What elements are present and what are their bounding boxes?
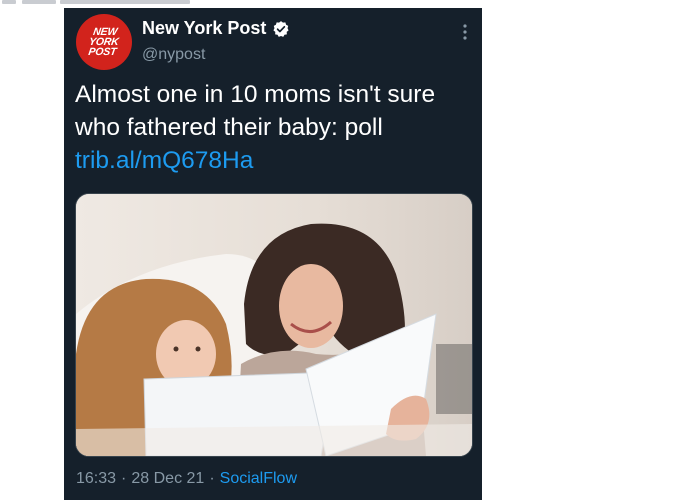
meta-separator: · <box>121 470 127 487</box>
mother-daughter-reading-photo <box>76 194 472 456</box>
author-name-row[interactable]: New York Post <box>142 18 290 39</box>
tweet-source[interactable]: SocialFlow <box>220 470 297 488</box>
tweet-date[interactable]: 28 Dec 21 <box>131 470 204 488</box>
tweet-media-image[interactable] <box>75 193 473 457</box>
tweet-card: NEW YORK POST New York Post @nypost Almo… <box>64 8 482 500</box>
logo-line: POST <box>87 46 118 58</box>
toolbar-fragment <box>22 0 56 4</box>
nypost-logo: NEW YORK POST <box>87 26 121 58</box>
tweet-link[interactable]: trib.al/mQ678Ha <box>75 144 253 177</box>
toolbar-fragment <box>2 0 16 4</box>
author-handle[interactable]: @nypost <box>142 46 205 64</box>
author-name[interactable]: New York Post <box>142 18 266 39</box>
meta-separator: · <box>209 470 215 487</box>
tweet-text: Almost one in 10 moms isn't sure who fat… <box>75 81 436 141</box>
toolbar-fragment <box>60 0 190 4</box>
more-vertical-icon[interactable] <box>462 22 468 42</box>
tweet-meta: 16:33 · 28 Dec 21 · SocialFlow <box>76 470 297 488</box>
verified-badge-icon <box>273 20 289 37</box>
browser-top-strip <box>0 0 700 6</box>
tweet-time[interactable]: 16:33 <box>76 470 116 488</box>
avatar[interactable]: NEW YORK POST <box>76 14 132 70</box>
